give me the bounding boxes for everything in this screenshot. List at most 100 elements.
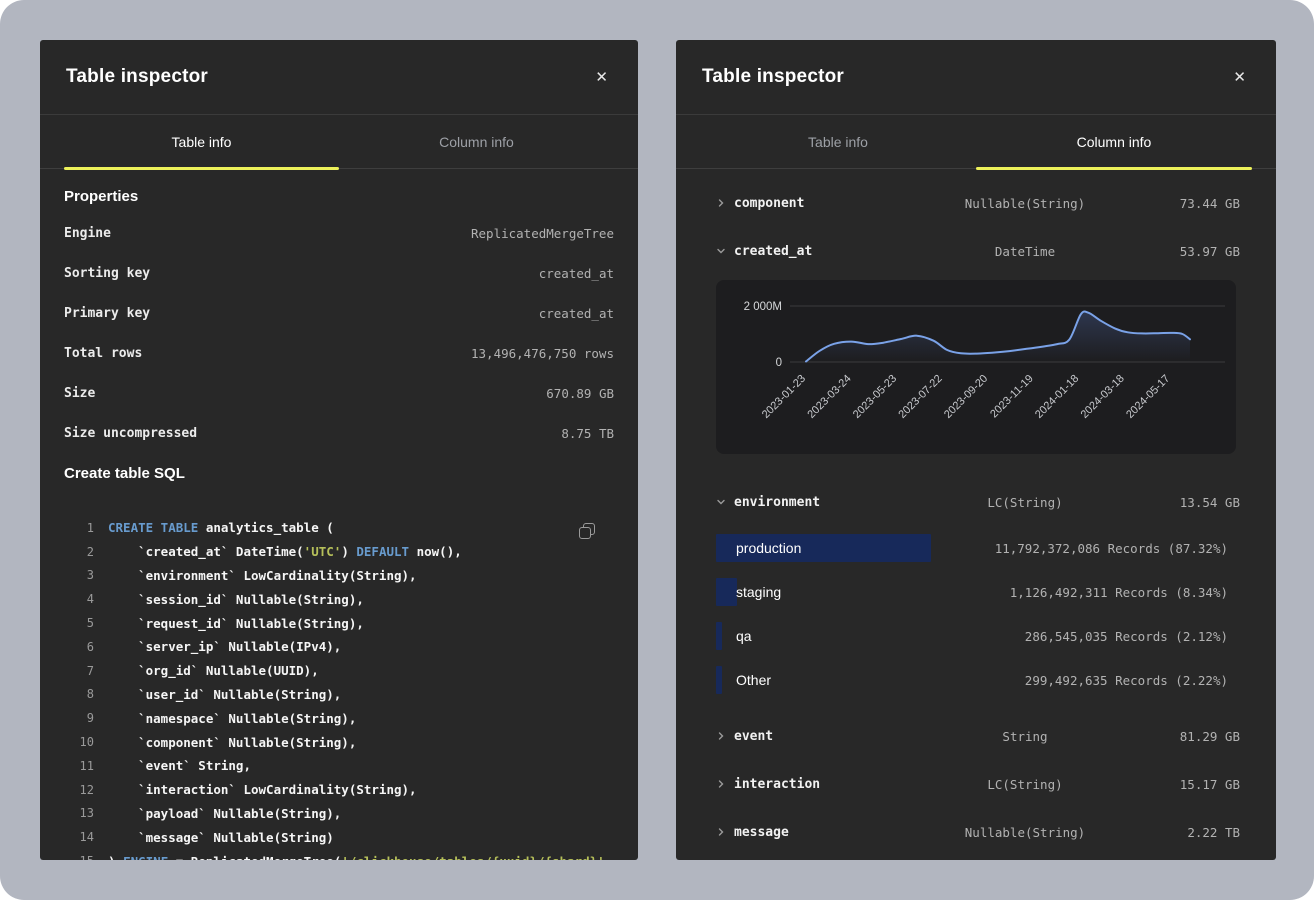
column-row-message[interactable]: messageNullable(String)2.22 TB xyxy=(700,808,1252,856)
property-label: Primary key xyxy=(64,306,150,321)
code-text: `namespace` Nullable(String), xyxy=(108,711,356,726)
column-row-environment[interactable]: environmentLC(String)13.54 GB xyxy=(700,478,1252,526)
modal-title: Table inspector xyxy=(702,66,844,88)
code-text: `created_at` DateTime('UTC') DEFAULT now… xyxy=(108,544,462,559)
sql-line: 3 `environment` LowCardinality(String), xyxy=(64,564,614,588)
chevron-right-icon[interactable] xyxy=(700,198,734,208)
column-row-interaction[interactable]: interactionLC(String)15.17 GB xyxy=(700,760,1252,808)
sql-line: 6 `server_ip` Nullable(IPv4), xyxy=(64,635,614,659)
line-number: 7 xyxy=(64,664,94,678)
line-number: 15 xyxy=(64,854,94,860)
line-number: 5 xyxy=(64,616,94,630)
value-bar xyxy=(716,578,737,606)
column-row-created_at[interactable]: created_atDateTime53.97 GB xyxy=(700,227,1252,275)
line-number: 11 xyxy=(64,759,94,773)
tab-column-info[interactable]: Column info xyxy=(339,115,614,168)
column-type: Nullable(String) xyxy=(928,196,1122,211)
table-inspector-modal-column-info: Table inspector ✕ Table infoColumn info … xyxy=(676,40,1276,860)
code-text: CREATE TABLE analytics_table ( xyxy=(108,520,334,535)
property-row: Total rows 13,496,476,750 rows xyxy=(64,333,614,373)
property-row: Sorting key created_at xyxy=(64,253,614,293)
table-inspector-modal-table-info: Table inspector ✕ Table infoColumn info … xyxy=(40,40,638,860)
property-label: Sorting key xyxy=(64,266,150,281)
property-value: 13,496,476,750 rows xyxy=(471,346,614,361)
copy-button[interactable] xyxy=(576,520,598,542)
column-name: environment xyxy=(734,495,928,510)
sql-line: 1 CREATE TABLE analytics_table ( xyxy=(64,516,614,540)
chevron-right-icon[interactable] xyxy=(700,731,734,741)
value-row-other: Other299,492,635 Records (2.22%) xyxy=(700,658,1252,702)
property-value: 670.89 GB xyxy=(546,386,614,401)
property-row: Size uncompressed8.75 TB xyxy=(64,413,614,453)
code-text: ) ENGINE = ReplicatedMergeTree('/clickho… xyxy=(108,854,612,860)
x-axis-tick-label: 2023-03-24 xyxy=(805,373,853,421)
line-number: 10 xyxy=(64,735,94,749)
chevron-right-icon[interactable] xyxy=(700,827,734,837)
tab-label: Column info xyxy=(1077,134,1152,150)
sql-line: 2 `created_at` DateTime('UTC') DEFAULT n… xyxy=(64,540,614,564)
x-axis-tick-label: 2023-07-22 xyxy=(896,373,944,421)
x-axis-tick-label: 2023-11-19 xyxy=(988,373,1036,421)
column-size: 13.54 GB xyxy=(1122,495,1252,510)
x-axis-tick-label: 2024-03-18 xyxy=(1079,373,1127,421)
property-row: Size670.89 GB xyxy=(64,373,614,413)
x-axis-tick-label: 2024-05-17 xyxy=(1124,373,1172,421)
code-text: `request_id` Nullable(String), xyxy=(108,616,364,631)
value-row-staging: staging1,126,492,311 Records (8.34%) xyxy=(700,570,1252,614)
column-row-event[interactable]: eventString81.29 GB xyxy=(700,712,1252,760)
value-records: 286,545,035 Records (2.12%) xyxy=(1025,629,1228,644)
column-type: String xyxy=(928,729,1122,744)
column-type: LC(String) xyxy=(928,495,1122,510)
line-number: 2 xyxy=(64,545,94,559)
value-records: 1,126,492,311 Records (8.34%) xyxy=(1010,585,1228,600)
property-label: Size uncompressed xyxy=(64,426,197,441)
code-text: `message` Nullable(String) xyxy=(108,830,334,845)
property-value: created_at xyxy=(539,266,614,281)
property-row: Primary keycreated_at xyxy=(64,293,614,333)
line-number: 1 xyxy=(64,521,94,535)
close-button[interactable]: ✕ xyxy=(591,66,612,89)
code-text: `payload` Nullable(String), xyxy=(108,806,341,821)
chevron-right-icon[interactable] xyxy=(700,779,734,789)
code-text: `environment` LowCardinality(String), xyxy=(108,568,417,583)
close-icon: ✕ xyxy=(1233,69,1246,86)
chevron-down-icon[interactable] xyxy=(700,497,734,507)
create-table-sql-heading: Create table SQL xyxy=(64,465,614,482)
column-type: Nullable(String) xyxy=(928,825,1122,840)
tab-bar: Table info Column info xyxy=(676,115,1276,169)
x-axis-tick-label: 2023-05-23 xyxy=(851,373,899,421)
column-type: DateTime xyxy=(928,244,1122,259)
tab-table-info[interactable]: Table info xyxy=(700,115,976,168)
tab-label: Table info xyxy=(808,134,868,150)
table-info-content: Properties EngineReplicatedMergeTreeSort… xyxy=(40,188,638,860)
sql-line: 14 `message` Nullable(String) xyxy=(64,825,614,849)
column-name: message xyxy=(734,825,928,840)
code-text: `event` String, xyxy=(108,758,251,773)
sql-code-block: 1 CREATE TABLE analytics_table ( 2 `create… xyxy=(64,516,614,860)
sql-line: 8 `user_id` Nullable(String), xyxy=(64,683,614,707)
tab-column-info[interactable]: Column info xyxy=(976,115,1252,168)
property-label: Engine xyxy=(64,226,111,241)
spacer xyxy=(700,702,1252,712)
line-number: 3 xyxy=(64,568,94,582)
column-size: 53.97 GB xyxy=(1122,244,1252,259)
sql-line: 10 `component` Nullable(String), xyxy=(64,730,614,754)
property-label: Total rows xyxy=(64,346,142,361)
code-text: `org_id` Nullable(UUID), xyxy=(108,663,319,678)
value-records: 11,792,372,086 Records (87.32%) xyxy=(995,541,1228,556)
column-name: interaction xyxy=(734,777,928,792)
value-label: Other xyxy=(736,672,771,688)
tab-table-info[interactable]: Table info xyxy=(64,115,339,168)
close-button[interactable]: ✕ xyxy=(1229,66,1250,89)
x-axis-tick-label: 2023-09-20 xyxy=(942,373,990,421)
column-name: created_at xyxy=(734,244,928,259)
column-name: component xyxy=(734,196,928,211)
chevron-down-icon[interactable] xyxy=(700,246,734,256)
code-text: `server_ip` Nullable(IPv4), xyxy=(108,639,341,654)
column-size: 73.44 GB xyxy=(1122,196,1252,211)
column-row-component[interactable]: componentNullable(String)73.44 GB xyxy=(700,179,1252,227)
sql-line: 5 `request_id` Nullable(String), xyxy=(64,611,614,635)
line-number: 13 xyxy=(64,806,94,820)
y-axis-tick-label: 0 xyxy=(776,357,782,369)
sql-line: 4 `session_id` Nullable(String), xyxy=(64,587,614,611)
